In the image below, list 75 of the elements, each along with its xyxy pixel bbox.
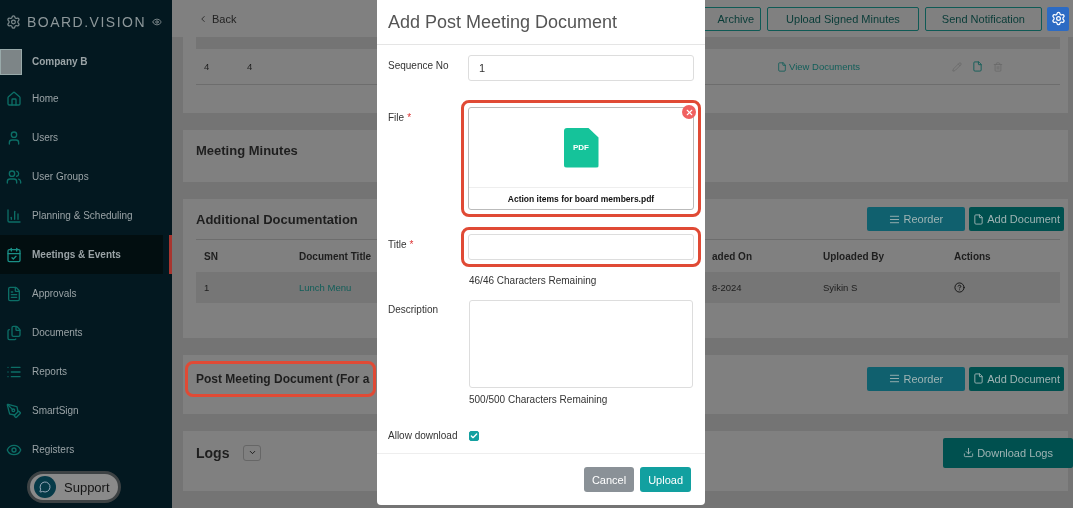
sidebar-item[interactable]: Registers (0, 430, 172, 469)
company-logo (0, 48, 22, 75)
sidebar-item[interactable]: Documents (0, 313, 172, 352)
list-icon (889, 213, 901, 225)
column-header: aded On (712, 250, 752, 262)
sidebar-item[interactable]: Home (0, 79, 172, 118)
text-field[interactable] (468, 234, 694, 260)
column-header: SN (204, 250, 218, 262)
section-title: Additional Documentation (196, 211, 358, 227)
settings-icon[interactable] (1047, 6, 1069, 31)
table-cell: 8-2024 (712, 282, 742, 294)
sidebar-item[interactable]: User Groups (0, 157, 172, 196)
sidebar-item[interactable]: Meetings & Events (0, 235, 172, 274)
text-field[interactable]: 1 (468, 55, 694, 81)
list-icon (889, 373, 901, 385)
required-mark: * (407, 112, 412, 123)
section-title: Logs (196, 445, 230, 461)
sidebar-item[interactable]: Planning & Scheduling (0, 196, 172, 235)
field-label: File * (388, 111, 412, 123)
download-icon (963, 447, 975, 459)
file-name: Action items for board members.pdf (469, 187, 693, 209)
column-header: Uploaded By (823, 250, 885, 262)
reorder-button[interactable]: Reorder (867, 207, 966, 232)
cancel-button[interactable]: Cancel (583, 467, 635, 492)
file-dropzone[interactable]: PDF Action items for board members.pdf (468, 107, 694, 210)
help-icon[interactable] (954, 282, 965, 294)
required-mark: * (409, 239, 414, 250)
home-icon (6, 90, 22, 107)
upload-button[interactable]: Upload (640, 467, 691, 492)
table-cell: 1 (204, 282, 210, 294)
sidebar-item[interactable]: Approvals (0, 274, 172, 313)
company-name: Company B (32, 56, 88, 67)
field-label: Sequence No (388, 59, 449, 71)
sidebar-item[interactable]: Users (0, 118, 172, 157)
character-count: 500/500 Characters Remaining (469, 394, 609, 405)
chevron-left-icon (198, 13, 208, 24)
reorder-button[interactable]: Reorder (867, 366, 966, 391)
toolbar-button[interactable]: Send Notification (924, 6, 1042, 31)
add-document-button[interactable]: Add Document (969, 207, 1064, 232)
expand-button[interactable] (243, 445, 262, 461)
file-icon (973, 373, 985, 385)
add-document-button[interactable]: Add Document (969, 366, 1064, 391)
sidebar-item[interactable]: Reports (0, 352, 172, 391)
description-field[interactable] (469, 300, 693, 388)
column-header: Actions (954, 250, 991, 262)
column-header: Document Title (299, 250, 372, 262)
pen-icon (6, 402, 22, 419)
toolbar-button[interactable]: Upload Signed Minutes (767, 6, 919, 31)
calendar-icon (6, 246, 22, 263)
chat-icon (39, 481, 51, 493)
table-cell: 4 (204, 61, 210, 73)
field-label: Description (388, 303, 439, 315)
users-icon (6, 168, 22, 185)
file-icon (777, 61, 787, 72)
brand-name: BOARD.VISION (26, 14, 147, 30)
field-label: Title * (388, 238, 414, 250)
support-button[interactable]: Support (27, 471, 121, 503)
highlighted-section-title: Post Meeting Document (For a (185, 360, 377, 397)
user-icon (6, 129, 22, 146)
modal-title: Add Post Meeting Document (377, 0, 705, 45)
document-icon (6, 285, 22, 302)
remove-icon[interactable] (682, 105, 696, 119)
download-logs-button[interactable]: Download Logs (943, 438, 1073, 468)
sidebar-item[interactable]: SmartSign (0, 391, 172, 430)
section-title: Meeting Minutes (196, 142, 298, 158)
field-label: Allow download (388, 429, 458, 441)
table-cell: Syikin S (823, 282, 858, 294)
file-icon[interactable] (972, 61, 983, 73)
checkbox[interactable] (469, 431, 479, 441)
file-icon (973, 213, 985, 225)
character-count: 46/46 Characters Remaining (469, 275, 598, 286)
pdf-file-icon: PDF (563, 127, 599, 168)
bar-chart-icon (6, 207, 22, 224)
table-cell: 4 (247, 61, 253, 73)
documents-icon (6, 324, 22, 341)
